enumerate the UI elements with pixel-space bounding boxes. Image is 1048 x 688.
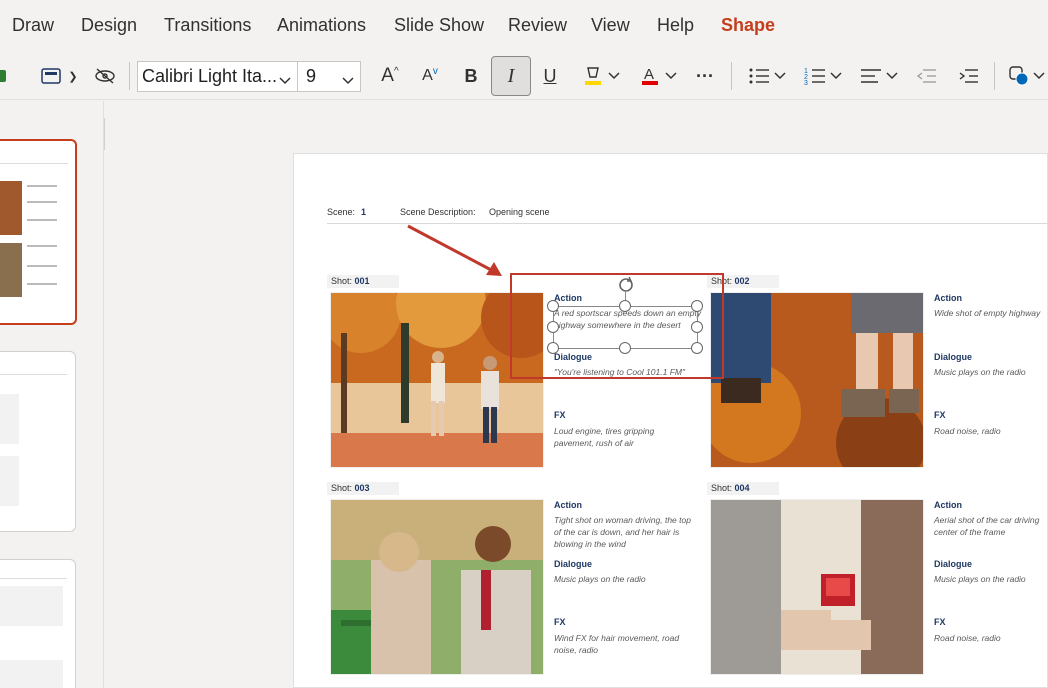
layout-icon[interactable] [0, 52, 10, 100]
tab-draw[interactable]: Draw [12, 15, 54, 36]
fx-label: FX [934, 617, 946, 627]
font-name-value: Calibri Light Ita... [142, 66, 278, 86]
tab-shape[interactable]: Shape [721, 15, 775, 36]
shot-003-photo[interactable] [330, 499, 544, 675]
tab-transitions[interactable]: Transitions [164, 15, 251, 36]
decrease-indent-icon [916, 69, 936, 83]
hide-slide-button[interactable] [92, 52, 118, 100]
fx-label: FX [554, 410, 566, 420]
tab-help[interactable]: Help [657, 15, 694, 36]
action-label: Action [934, 293, 962, 303]
arrow-icon [407, 224, 502, 276]
formatting-toolbar: ❯ Calibri Light Ita... 9 A ^ Av B I U A ·… [0, 52, 1048, 100]
font-name-combo[interactable]: Calibri Light Ita... [137, 61, 298, 92]
numbered-list-icon: 123 [804, 68, 825, 86]
couple-on-bench-image [331, 500, 543, 674]
slide-thumbnail-3[interactable] [0, 559, 76, 688]
chevron-down-icon [608, 69, 620, 84]
svg-text:A: A [644, 66, 654, 83]
action-text[interactable]: Aerial shot of the car driving center of… [934, 514, 1048, 538]
action-label: Action [934, 500, 962, 510]
shot-tag: Shot: 001 [327, 275, 399, 288]
grow-font-icon: A [381, 65, 394, 86]
chevron-down-icon [886, 69, 898, 84]
fx-text[interactable]: Loud engine, tires gripping pavement, ru… [554, 425, 684, 449]
shrink-font-button[interactable]: Av [416, 52, 444, 100]
font-size-value: 9 [306, 66, 317, 86]
align-button[interactable] [856, 52, 902, 100]
bullet-list-icon [749, 68, 769, 84]
slide-thumbnail-pane [0, 101, 104, 688]
fx-text[interactable]: Road noise, radio [934, 425, 1048, 437]
tab-design[interactable]: Design [81, 15, 137, 36]
slide-thumbnail-2[interactable] [0, 351, 76, 532]
chevron-down-icon [279, 70, 291, 91]
fx-text[interactable]: Road noise, radio [934, 632, 1048, 644]
slide-layout-icon [41, 68, 62, 84]
highlighter-icon [585, 67, 601, 85]
fx-label: FX [934, 410, 946, 420]
chevron-down-icon [665, 69, 677, 84]
bullets-button[interactable] [744, 52, 790, 100]
scene-description-value: Opening scene [489, 207, 550, 217]
font-color-button[interactable]: A [634, 52, 682, 100]
hide-icon [95, 68, 115, 84]
dialogue-label: Dialogue [934, 352, 973, 362]
shot-004-photo[interactable] [710, 499, 924, 675]
more-options-button[interactable]: ··· [690, 52, 720, 100]
decrease-indent-button[interactable] [912, 52, 940, 100]
dialogue-label: Dialogue [554, 559, 593, 569]
scene-description-label: Scene Description: [400, 207, 476, 217]
increase-indent-icon [959, 69, 978, 83]
increase-indent-button[interactable] [954, 52, 982, 100]
toolbar-separator [129, 62, 130, 90]
shrink-font-icon: A [422, 67, 433, 84]
dialogue-text[interactable]: Music plays on the radio [554, 573, 694, 585]
italic-button[interactable]: I [491, 56, 531, 96]
action-label: Action [554, 500, 582, 510]
shot-tag: Shot: 003 [327, 482, 399, 495]
fx-label: FX [554, 617, 566, 627]
svg-text:3: 3 [804, 80, 808, 86]
tab-animations[interactable]: Animations [277, 15, 366, 36]
action-text[interactable]: Tight shot on woman driving, the top of … [554, 514, 694, 550]
chevron-down-icon [830, 69, 842, 84]
font-color-icon: A [642, 66, 658, 85]
toolbar-separator [731, 62, 732, 90]
tab-view[interactable]: View [591, 15, 630, 36]
font-size-combo[interactable]: 9 [297, 61, 361, 92]
highlight-callout-box [510, 273, 724, 379]
scene-label: Scene: [327, 207, 356, 217]
chevron-down-icon [774, 69, 786, 84]
scene-value: 1 [361, 207, 367, 217]
grow-font-button[interactable]: A ^ [376, 52, 404, 100]
reset-slide-button[interactable]: ❯ [34, 52, 84, 100]
toolbar-separator [994, 62, 995, 90]
chevron-down-icon: ❯ [68, 70, 78, 83]
dialogue-text[interactable]: Music plays on the radio [934, 573, 1048, 585]
tab-slide-show[interactable]: Slide Show [394, 15, 484, 36]
chevron-down-icon [342, 70, 354, 91]
slide-thumbnail-1[interactable] [0, 139, 77, 325]
ring-box-proposal-image [711, 500, 923, 674]
underline-button[interactable]: U [537, 52, 563, 100]
shot-tag: Shot: 004 [707, 482, 779, 495]
dialogue-text[interactable]: Music plays on the radio [934, 366, 1048, 378]
shapes-icon [1008, 66, 1028, 86]
tab-review[interactable]: Review [508, 15, 567, 36]
highlight-color-button[interactable] [577, 52, 625, 100]
numbering-button[interactable]: 123 [800, 52, 846, 100]
autumn-leaves-boots-image [711, 293, 923, 467]
ribbon-tabs: Draw Design Transitions Animations Slide… [0, 0, 1048, 52]
chevron-down-icon [1032, 69, 1045, 84]
shot-002-photo[interactable] [710, 292, 924, 468]
fx-text[interactable]: Wind FX for hair movement, road noise, r… [554, 632, 694, 656]
bold-button[interactable]: B [457, 52, 485, 100]
dialogue-label: Dialogue [934, 559, 973, 569]
action-text[interactable]: Wide shot of empty highway [934, 307, 1048, 319]
align-left-icon [861, 69, 881, 83]
shapes-button[interactable] [1004, 52, 1048, 100]
